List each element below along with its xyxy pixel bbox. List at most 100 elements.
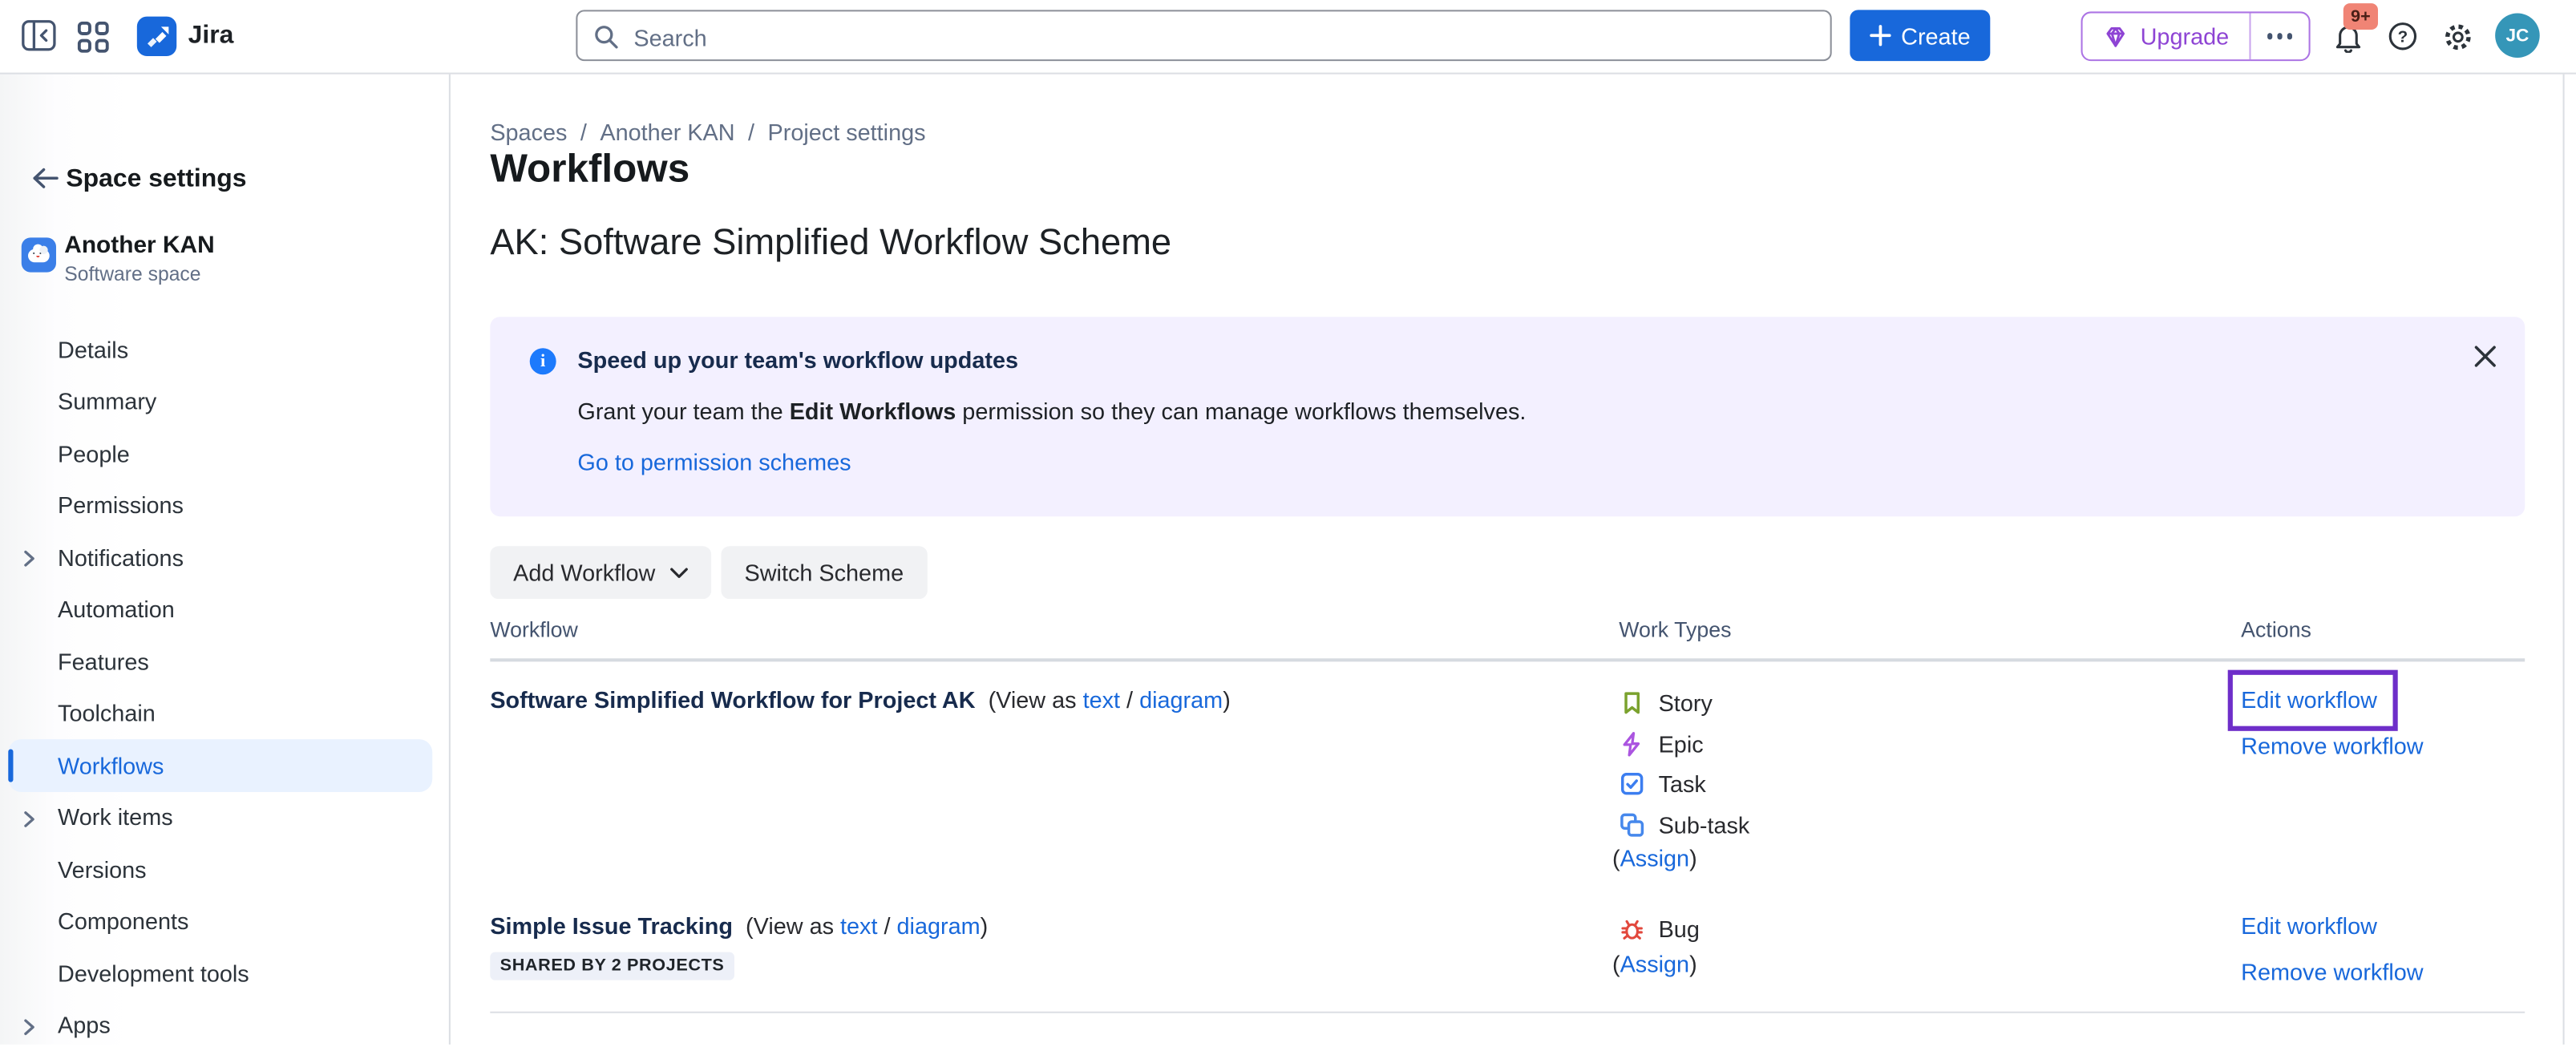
- sidebar-item-work-items[interactable]: Work items: [8, 791, 432, 843]
- main-content: Spaces/Another KAN/Project settings Work…: [452, 73, 2576, 1045]
- col-header-actions: Actions: [2241, 617, 2525, 642]
- sidebar-item-toolchain[interactable]: Toolchain: [8, 687, 432, 739]
- sidebar-item-notifications[interactable]: Notifications: [8, 532, 432, 584]
- assign-link[interactable]: Assign: [1620, 950, 1690, 976]
- work-type-label: Epic: [1659, 730, 1704, 757]
- help-icon[interactable]: ?: [2388, 22, 2417, 51]
- work-type-label: Story: [1659, 690, 1713, 717]
- chevron-right-icon: [23, 1017, 36, 1036]
- work-type-epic: Epic: [1619, 724, 2241, 764]
- table-header-row: Workflow Work Types Actions: [490, 617, 2525, 662]
- col-header-workflow: Workflow: [490, 617, 1619, 642]
- work-types-cell: StoryEpicTaskSub-task(Assign): [1619, 683, 2241, 881]
- banner-title: Speed up your team's workflow updates: [577, 346, 1018, 373]
- work-types-cell: Bug(Assign): [1619, 909, 2241, 988]
- sidebar-item-label: Work items: [58, 804, 173, 831]
- settings-gear-icon[interactable]: [2442, 22, 2473, 53]
- work-type-label: Bug: [1659, 916, 1700, 943]
- sidebar-item-workflows[interactable]: Workflows: [8, 739, 432, 791]
- add-workflow-label: Add Workflow: [513, 560, 655, 586]
- actions-cell: Edit workflow Remove workflow: [2241, 683, 2525, 881]
- sidebar-item-details[interactable]: Details: [8, 323, 432, 375]
- global-search[interactable]: [576, 10, 1831, 61]
- actions-cell: Edit workflow Remove workflow: [2241, 909, 2525, 988]
- sidebar-item-versions[interactable]: Versions: [8, 843, 432, 895]
- sidebar-item-components[interactable]: Components: [8, 895, 432, 948]
- sidebar-item-label: Apps: [58, 1012, 111, 1038]
- view-as-diagram-link[interactable]: diagram: [1139, 686, 1223, 713]
- vertical-scrollbar[interactable]: [2563, 73, 2576, 1045]
- workflows-table: Workflow Work Types Actions Software Sim…: [490, 617, 2525, 1013]
- sidebar-item-label: Details: [58, 336, 128, 362]
- upgrade-more-button[interactable]: [2250, 13, 2309, 59]
- switch-scheme-button[interactable]: Switch Scheme: [722, 546, 927, 599]
- scheme-title: AK: Software Simplified Workflow Scheme: [490, 220, 1171, 266]
- sidebar-item-people[interactable]: People: [8, 427, 432, 479]
- edit-workflow-link[interactable]: Edit workflow: [2241, 912, 2377, 939]
- work-type-task: Task: [1619, 764, 2241, 804]
- create-button[interactable]: Create: [1850, 10, 1990, 61]
- add-workflow-button[interactable]: Add Workflow: [490, 546, 711, 599]
- sidebar-item-apps[interactable]: Apps: [8, 999, 432, 1051]
- jira-logo-icon[interactable]: [137, 17, 176, 56]
- top-navigation-bar: Jira Create Upgrade: [0, 0, 2576, 75]
- breadcrumb-spaces[interactable]: Spaces: [490, 119, 567, 145]
- switch-scheme-label: Switch Scheme: [745, 560, 904, 586]
- workflow-cell: Software Simplified Workflow for Project…: [490, 683, 1619, 881]
- sidebar-item-label: Automation: [58, 596, 175, 623]
- notifications-count-badge: 9+: [2343, 3, 2378, 30]
- sidebar-item-development-tools[interactable]: Development tools: [8, 947, 432, 999]
- remove-workflow-link[interactable]: Remove workflow: [2241, 733, 2423, 759]
- upgrade-label: Upgrade: [2141, 23, 2230, 50]
- back-arrow-icon[interactable]: [31, 167, 59, 190]
- assign-link[interactable]: Assign: [1620, 845, 1690, 871]
- sidebar-item-label: Development tools: [58, 960, 249, 986]
- workflow-row-software-simplified-workflow-for-project-ak: Software Simplified Workflow for Project…: [490, 661, 2525, 881]
- sidebar-item-label: Summary: [58, 388, 156, 414]
- page-title: Workflows: [490, 145, 689, 195]
- breadcrumb: Spaces/Another KAN/Project settings: [490, 119, 925, 145]
- sidebar-item-summary[interactable]: Summary: [8, 375, 432, 427]
- task-icon: [1619, 771, 1645, 798]
- sidebar-item-label: People: [58, 440, 130, 467]
- close-icon[interactable]: [2472, 343, 2498, 370]
- app-name: Jira: [188, 22, 234, 51]
- banner-body: Grant your team the Edit Workflows permi…: [577, 398, 1526, 424]
- chevron-right-icon: [23, 549, 36, 568]
- view-as-text-link[interactable]: text: [1083, 686, 1120, 713]
- sidebar-item-permissions[interactable]: Permissions: [8, 479, 432, 532]
- sidebar-item-label: Versions: [58, 856, 147, 883]
- work-type-bug: Bug: [1619, 909, 2241, 949]
- epic-icon: [1619, 730, 1645, 757]
- work-type-label: Task: [1659, 771, 1706, 798]
- sidebar-item-label: Workflows: [58, 752, 164, 778]
- col-header-work-types: Work Types: [1619, 617, 2241, 642]
- edit-workflow-link[interactable]: Edit workflow: [2241, 683, 2377, 716]
- view-as-text: (View as: [989, 686, 1083, 713]
- view-as-text: (View as: [746, 912, 840, 939]
- workflow-cell: Simple Issue Tracking (View as text / di…: [490, 909, 1619, 988]
- work-type-story: Story: [1619, 683, 2241, 723]
- breadcrumb-project-settings[interactable]: Project settings: [768, 119, 926, 145]
- sidebar-item-automation[interactable]: Automation: [8, 584, 432, 636]
- space-name: Another KAN: [64, 232, 214, 259]
- app-switcher-icon[interactable]: [78, 22, 109, 53]
- breadcrumb-another-kan[interactable]: Another KAN: [600, 119, 734, 145]
- collapse-sidebar-icon[interactable]: [22, 20, 56, 51]
- shared-projects-badge: SHARED BY 2 PROJECTS: [490, 952, 734, 980]
- work-type-label: Sub-task: [1659, 811, 1750, 838]
- chevron-down-icon: [670, 567, 689, 578]
- upgrade-button[interactable]: Upgrade: [2083, 13, 2249, 59]
- user-avatar[interactable]: JC: [2495, 13, 2540, 58]
- subtask-icon: [1619, 811, 1645, 838]
- remove-workflow-link[interactable]: Remove workflow: [2241, 959, 2423, 985]
- permission-schemes-link[interactable]: Go to permission schemes: [577, 449, 851, 475]
- premium-gem-icon: [2102, 24, 2129, 49]
- sidebar-item-features[interactable]: Features: [8, 635, 432, 687]
- search-input[interactable]: [630, 13, 1792, 61]
- view-as-diagram-link[interactable]: diagram: [897, 912, 981, 939]
- story-icon: [1619, 690, 1645, 717]
- upgrade-split-button: Upgrade: [2081, 11, 2311, 61]
- sidebar-item-label: Notifications: [58, 544, 184, 571]
- view-as-text-link[interactable]: text: [840, 912, 877, 939]
